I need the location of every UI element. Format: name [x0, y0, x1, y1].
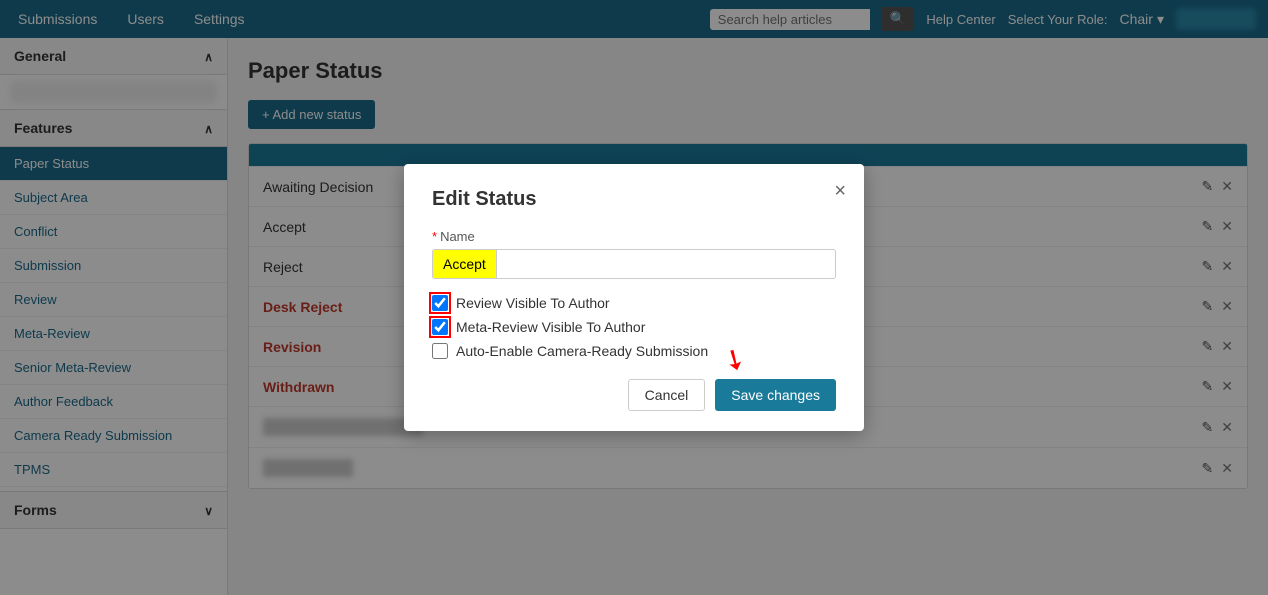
- name-highlight-value: Accept: [432, 249, 497, 279]
- auto-enable-checkbox-row: Auto-Enable Camera-Ready Submission: [432, 343, 836, 359]
- modal-footer: ➘ Cancel Save changes: [432, 379, 836, 411]
- name-label: *Name: [432, 229, 836, 244]
- modal-overlay: Edit Status × *Name Accept Review Visibl…: [0, 0, 1268, 595]
- checkbox-group: Review Visible To Author Meta-Review Vis…: [432, 295, 836, 359]
- edit-status-modal: Edit Status × *Name Accept Review Visibl…: [404, 164, 864, 431]
- name-text-input[interactable]: [497, 249, 836, 279]
- cancel-button[interactable]: Cancel: [628, 379, 706, 411]
- meta-review-visible-checkbox-row: Meta-Review Visible To Author: [432, 319, 836, 335]
- auto-enable-checkbox[interactable]: [432, 343, 448, 359]
- modal-close-button[interactable]: ×: [834, 180, 846, 203]
- review-visible-checkbox-row: Review Visible To Author: [432, 295, 836, 311]
- meta-review-visible-label: Meta-Review Visible To Author: [456, 319, 645, 335]
- auto-enable-label: Auto-Enable Camera-Ready Submission: [456, 343, 708, 359]
- review-visible-checkbox[interactable]: [432, 295, 448, 311]
- review-visible-label: Review Visible To Author: [456, 295, 610, 311]
- modal-title: Edit Status: [432, 188, 836, 211]
- save-changes-button[interactable]: Save changes: [715, 379, 836, 411]
- meta-review-visible-checkbox[interactable]: [432, 319, 448, 335]
